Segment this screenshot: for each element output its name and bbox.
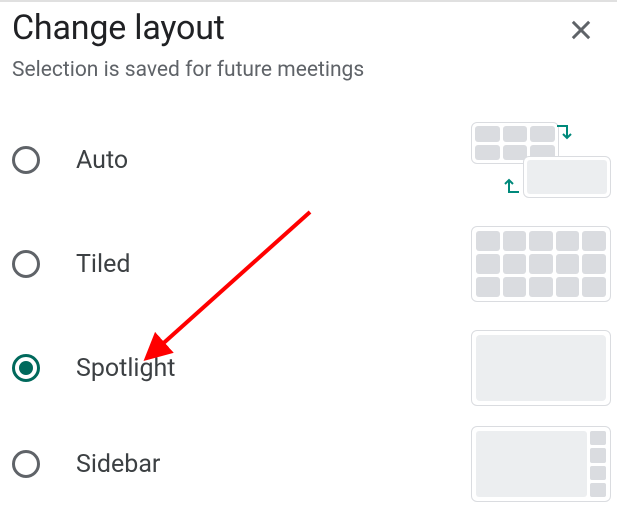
layout-option-auto[interactable]: Auto: [12, 108, 613, 212]
layout-option-tiled[interactable]: Tiled: [12, 212, 613, 316]
close-button[interactable]: [561, 10, 601, 50]
auto-layout-icon: [471, 122, 611, 198]
option-label: Spotlight: [76, 354, 471, 383]
close-icon: [567, 16, 595, 44]
layout-option-sidebar[interactable]: Sidebar: [12, 420, 613, 508]
radio-spotlight[interactable]: [12, 354, 40, 382]
radio-sidebar[interactable]: [12, 450, 40, 478]
tiled-layout-icon: [471, 226, 611, 302]
sidebar-layout-icon: [471, 426, 611, 502]
dialog-subtitle: Selection is saved for future meetings: [0, 50, 617, 82]
dialog-title: Change layout: [12, 8, 225, 48]
radio-auto[interactable]: [12, 146, 40, 174]
option-label: Auto: [76, 146, 471, 175]
option-label: Tiled: [76, 250, 471, 279]
option-label: Sidebar: [76, 450, 471, 479]
layout-options: Auto Tiled Spotlight Sidebar: [0, 82, 617, 508]
spotlight-layout-icon: [471, 330, 611, 406]
radio-tiled[interactable]: [12, 250, 40, 278]
layout-option-spotlight[interactable]: Spotlight: [12, 316, 613, 420]
